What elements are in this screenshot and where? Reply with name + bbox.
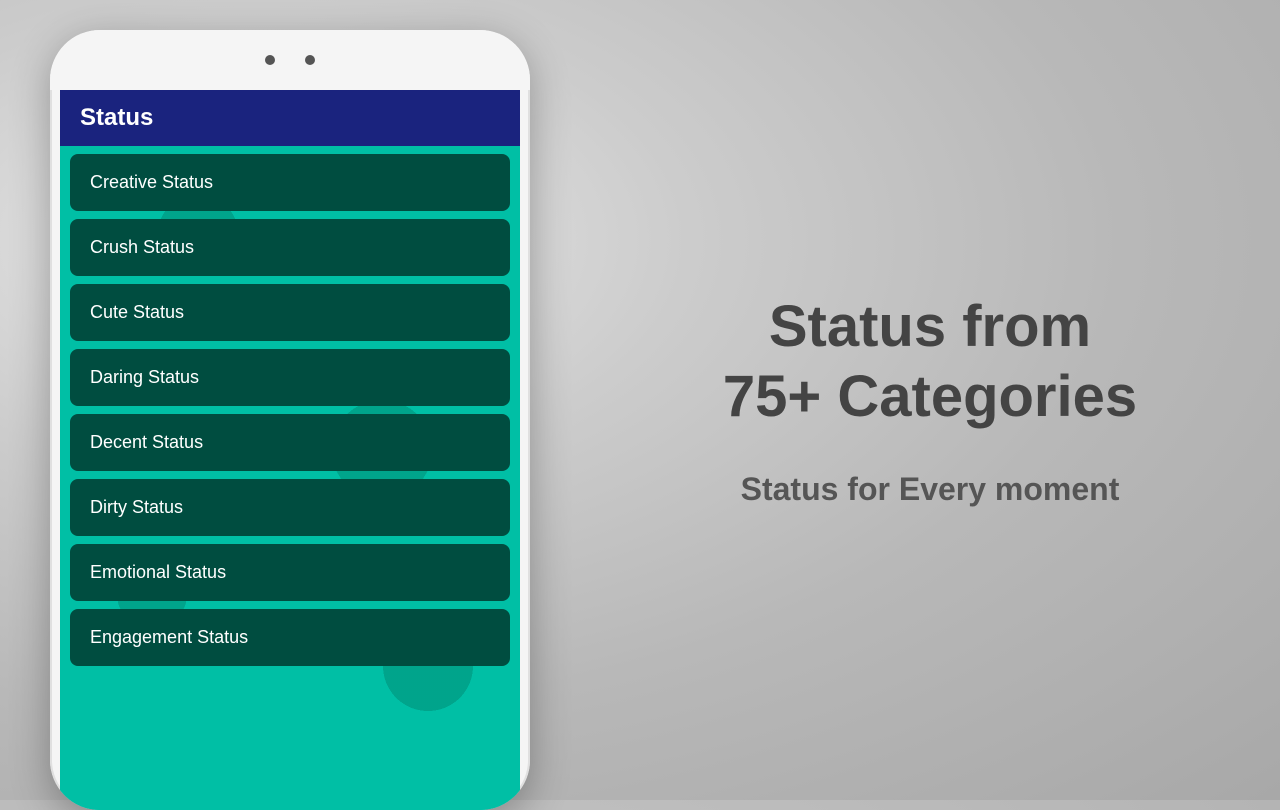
headline: Status from75+ Categories bbox=[723, 292, 1137, 431]
right-section: Status from75+ Categories Status for Eve… bbox=[580, 0, 1280, 800]
menu-item-4[interactable]: Decent Status bbox=[70, 414, 510, 471]
menu-item-7[interactable]: Engagement Status bbox=[70, 609, 510, 666]
menu-item-3[interactable]: Daring Status bbox=[70, 349, 510, 406]
menu-item-1[interactable]: Crush Status bbox=[70, 219, 510, 276]
app-header: Status bbox=[60, 90, 520, 146]
menu-item-6[interactable]: Emotional Status bbox=[70, 544, 510, 601]
menu-item-5[interactable]: Dirty Status bbox=[70, 479, 510, 536]
phone-mockup: Status Creative Status Crush Status Cute S… bbox=[50, 30, 530, 810]
phone-dot-right bbox=[305, 55, 315, 65]
left-section: Status Creative Status Crush Status Cute S… bbox=[0, 0, 580, 800]
menu-list: Creative Status Crush Status Cute Status Da… bbox=[60, 146, 520, 674]
subheadline: Status for Every moment bbox=[741, 471, 1120, 508]
phone-dot-left bbox=[265, 55, 275, 65]
phone-top bbox=[50, 30, 530, 90]
app-title: Status bbox=[80, 104, 153, 131]
menu-item-2[interactable]: Cute Status bbox=[70, 284, 510, 341]
menu-item-0[interactable]: Creative Status bbox=[70, 154, 510, 211]
phone-screen: Status Creative Status Crush Status Cute S… bbox=[60, 90, 520, 810]
